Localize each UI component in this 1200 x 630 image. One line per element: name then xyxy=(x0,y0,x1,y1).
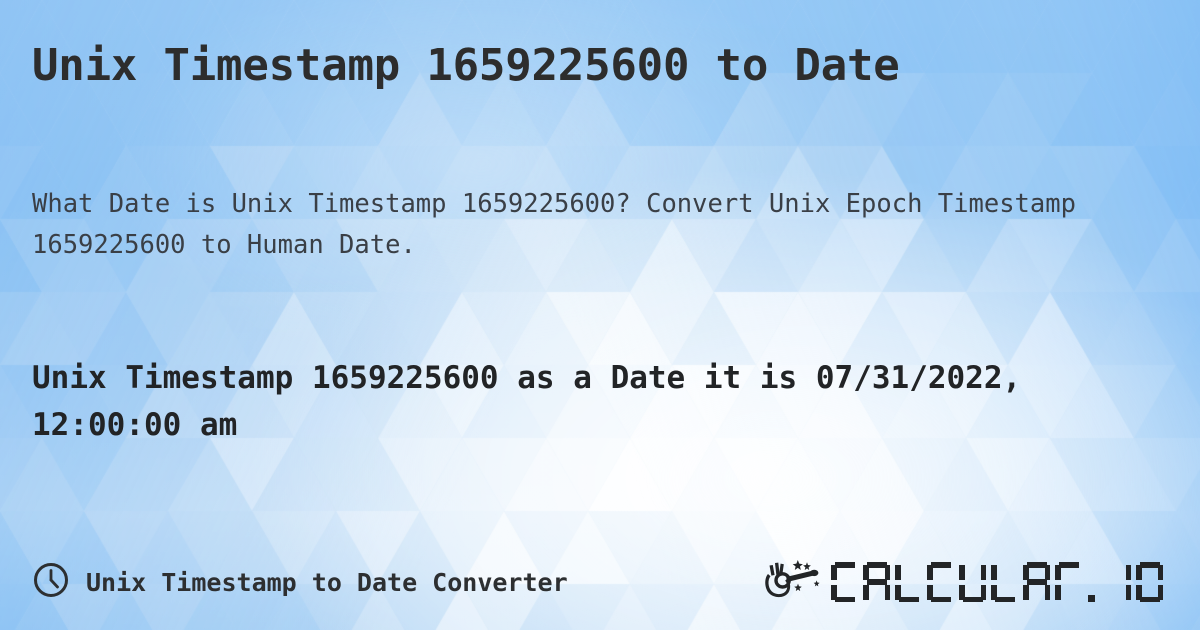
magic-wand-hand-icon xyxy=(763,558,825,606)
brand-letter xyxy=(1023,562,1050,602)
brand-letter xyxy=(831,562,858,602)
brand-letter xyxy=(895,562,922,602)
brand-letter xyxy=(959,562,986,602)
footer: Unix Timestamp to Date Converter xyxy=(0,534,1200,630)
brand-letter xyxy=(927,562,954,602)
brand-letter xyxy=(991,562,1018,602)
brand-logo[interactable] xyxy=(763,558,1168,606)
brand-name xyxy=(831,562,1168,602)
brand-letter xyxy=(1087,562,1099,602)
brand-letter xyxy=(1055,562,1082,602)
page-description: What Date is Unix Timestamp 1659225600? … xyxy=(32,189,1076,261)
footer-branding-left: Unix Timestamp to Date Converter xyxy=(32,561,568,603)
brand-letter xyxy=(1104,562,1131,602)
brand-letter xyxy=(863,562,890,602)
page-container: Unix Timestamp 1659225600 to Date What D… xyxy=(0,0,1200,630)
clock-icon xyxy=(32,561,70,603)
conversion-result: Unix Timestamp 1659225600 as a Date it i… xyxy=(32,360,1022,444)
footer-label: Unix Timestamp to Date Converter xyxy=(86,567,568,597)
page-title: Unix Timestamp 1659225600 to Date xyxy=(32,40,900,91)
brand-letter xyxy=(1136,562,1163,602)
